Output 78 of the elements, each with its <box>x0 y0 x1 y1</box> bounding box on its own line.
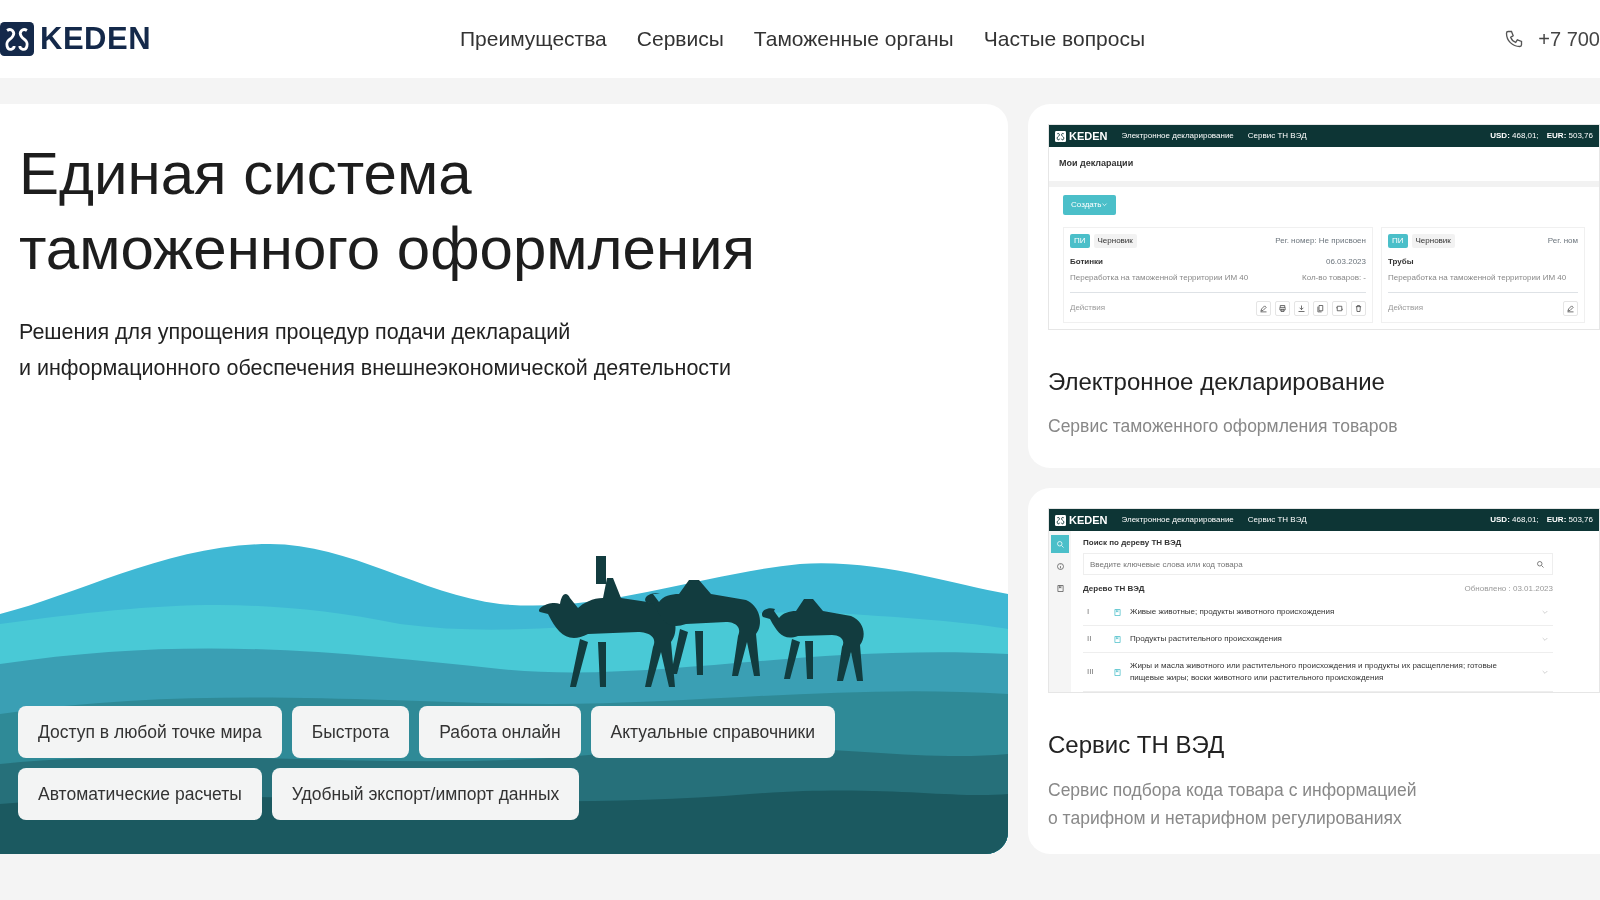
chevron-down-icon <box>1541 608 1549 616</box>
currency-rate: USD: 468,01; <box>1490 130 1539 142</box>
service-title[interactable]: Сервис ТН ВЭД <box>1048 731 1600 760</box>
tree-row[interactable]: I Живые животные; продукты животного происхождения <box>1083 599 1553 626</box>
search-field[interactable]: Введите ключевые слова или код товара <box>1083 553 1553 575</box>
printer-icon <box>1278 303 1287 313</box>
logo-text: KEDEN <box>1069 512 1108 528</box>
registration-number: Рег. номер: Не присвоен <box>1275 234 1366 247</box>
currency-rate: EUR: 503,76 <box>1546 514 1593 526</box>
feature-tag[interactable]: Актуальные справочники <box>590 705 835 758</box>
nav-link[interactable]: Сервисы <box>636 23 724 55</box>
nav-link[interactable]: Электронное декларирование <box>1121 130 1234 142</box>
book-icon <box>1055 583 1065 593</box>
nav-link[interactable]: Преимущества <box>460 23 607 55</box>
goods-name: Ботинки <box>1070 255 1104 268</box>
status-tag: Черновик <box>1411 233 1455 248</box>
declaration-card[interactable]: ПИ Черновик Рег. номер: Не присвоен Ботинки 06.03.2023 Переработка на таможенной территории ИМ 40 Кол-во товаров: - Действия <box>1063 226 1373 323</box>
pencil-icon <box>1566 303 1575 313</box>
section-name: Живые животные; продукты животного происхождения <box>1130 606 1336 618</box>
procedure-text: Переработка на таможенной территории ИМ 40 <box>1070 271 1249 284</box>
procedure-text: Переработка на таможенной территории ИМ 40 <box>1388 271 1567 284</box>
trash-icon <box>1354 303 1363 313</box>
nav-link[interactable]: Таможенные органы <box>753 23 954 55</box>
actions-label: Действия <box>1070 302 1106 314</box>
feature-tag[interactable]: Доступ в любой точке мира <box>18 705 282 758</box>
nav-link[interactable]: Сервис ТН ВЭД <box>1247 514 1307 526</box>
logo-text: KEDEN <box>1069 128 1108 144</box>
date-text: 06.03.2023 <box>1325 255 1366 268</box>
chevron-down-icon <box>1541 635 1549 643</box>
type-tag: ПИ <box>1388 233 1408 248</box>
tree-title: Дерево ТН ВЭД <box>1083 583 1145 595</box>
book-icon <box>1113 607 1122 617</box>
feature-tag[interactable]: Быстрота <box>291 705 410 758</box>
book-icon <box>1113 667 1122 677</box>
nav-link[interactable]: Сервис ТН ВЭД <box>1247 130 1307 142</box>
feature-tag[interactable]: Работа онлайн <box>419 705 581 758</box>
service-description: Сервис подбора кода товара с информацией о тарифном и нетарифном регулированиях <box>1048 778 1418 830</box>
feature-tag[interactable]: Автоматические расчеты <box>18 767 262 820</box>
search-title: Поиск по дереву ТН ВЭД <box>1083 537 1183 549</box>
type-tag: ПИ <box>1070 233 1090 248</box>
copy-icon <box>1316 303 1325 313</box>
phone-number[interactable]: +7 700 <box>1538 24 1600 54</box>
logo-icon <box>1055 130 1066 142</box>
updated-date: Обновлено : 03.01.2023 <box>1464 583 1553 595</box>
logo-icon <box>1055 514 1066 526</box>
logo-text: KEDEN <box>40 19 151 58</box>
page-title: Мои декларации <box>1059 158 1134 168</box>
search-icon <box>1536 560 1545 569</box>
download-icon <box>1297 303 1306 313</box>
tree-row[interactable]: II Продукты растительного происхождения <box>1083 626 1553 653</box>
pencil-icon <box>1259 303 1268 313</box>
nav-link[interactable]: Электронное декларирование <box>1121 514 1234 526</box>
info-icon <box>1055 561 1065 571</box>
phone-icon <box>1504 29 1525 49</box>
chevron-down-icon <box>1541 668 1549 676</box>
declaration-card[interactable]: ПИ Черновик Рег. ном Трубы Переработка на таможенной территории ИМ 40 Действия <box>1381 226 1585 323</box>
currency-rate: EUR: 503,76 <box>1546 130 1593 142</box>
hero-subtitle: Решения для упрощения процедур подачи деклараций и информационного обеспечения внешнеэкономической деятельности <box>19 319 732 382</box>
book-icon <box>1113 634 1122 644</box>
section-name: Жиры и масла животного или растительного происхождения и продукты их расщепления; готовые пищевые жиры; воски животного или растительного происхождения <box>1130 660 1498 684</box>
goods-name: Трубы <box>1388 255 1414 268</box>
feature-tag[interactable]: Удобный экспорт/импорт данных <box>271 767 580 820</box>
status-tag: Черновик <box>1093 233 1137 248</box>
tree-row[interactable]: III Жиры и масла животного или растительного происхождения и продукты их расщепления; готовые пищевые жиры; воски животного или растительного происхождения <box>1083 653 1553 692</box>
roman-numeral: I <box>1087 606 1091 618</box>
actions-label: Действия <box>1388 302 1424 314</box>
roman-numeral: III <box>1087 666 1095 678</box>
nav-link[interactable]: Частые вопросы <box>983 23 1146 55</box>
caret-icon <box>1101 201 1109 208</box>
currency-rate: USD: 468,01; <box>1490 514 1539 526</box>
section-name: Продукты растительного происхождения <box>1130 633 1283 645</box>
goods-count: Кол-во товаров: - <box>1302 271 1366 284</box>
registration-number: Рег. ном <box>1547 234 1578 247</box>
service-description: Сервис таможенного оформления товаров <box>1048 415 1399 439</box>
hero-title: Единая система таможенного оформления <box>19 139 757 284</box>
service-title[interactable]: Электронное декларирование <box>1048 367 1600 397</box>
search-icon <box>1055 539 1065 549</box>
roman-numeral: II <box>1087 633 1093 645</box>
